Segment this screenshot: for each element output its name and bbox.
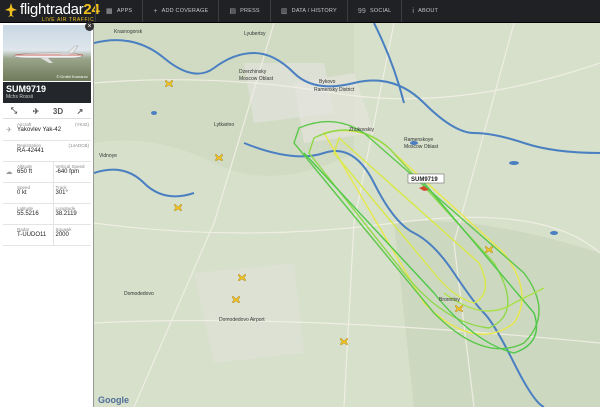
close-panel-button[interactable]: × — [85, 22, 94, 31]
map-label-domodedovo-airport: Domodedovo Airport — [219, 317, 265, 323]
registration-row: Registration RA-42441 (14ADCB) — [3, 141, 91, 162]
map-label-bykovo: Bykovo — [319, 79, 336, 85]
map-label-ramensky-district: Ramensky District — [314, 87, 355, 93]
nav-data-history[interactable]: ▥ DATA / HISTORY — [269, 0, 347, 22]
3d-view-button[interactable]: 3D — [47, 104, 69, 118]
top-navigation-bar: flightradar24 LIVE AIR TRAFFIC ▦ APPS + AD… — [0, 0, 600, 23]
nav-apps[interactable]: ▦ APPS — [95, 0, 142, 22]
altitude-row: ☁ Altitude 650 ft Vertical Speed -640 fp… — [3, 162, 91, 183]
latitude-value: 55.5216 — [17, 211, 39, 217]
share-icon[interactable]: ↗ — [69, 104, 91, 118]
map-label-lytkarino: Lytkarino — [214, 122, 234, 128]
aircraft-row: ✈ Aircraft Yakovlev Yak-42 (YK42) — [3, 120, 91, 141]
aircraft-type: Yakovlev Yak-42 — [17, 127, 62, 133]
speed-row: Speed 0 kt Track 301° — [3, 183, 91, 204]
logo-plane-icon — [5, 3, 17, 17]
altitude-value: 650 ft — [17, 169, 33, 175]
map-label-zhukovskiy: Zhukovskiy — [349, 127, 375, 133]
position-row: Latitude 55.5216 Longitude 38.2119 — [3, 204, 91, 225]
speed-value: 0 kt — [17, 190, 27, 196]
map-label-vidnoye: Vidnoye — [99, 153, 117, 159]
plane-icon: ✈ — [6, 127, 12, 134]
radar-value: T-UUDO11 — [17, 232, 47, 238]
flight-info-panel: © Dmitri Komarov × SUM9719 Mchs Rossii ⤡… — [0, 22, 94, 407]
quote-icon: 99 — [357, 7, 367, 15]
nav-add-coverage[interactable]: + ADD COVERAGE — [142, 0, 218, 22]
tag-icon — [3, 141, 15, 161]
apps-icon: ▦ — [106, 8, 113, 15]
map-label-moscow-oblast-2: Moscow Oblast — [404, 144, 439, 150]
flight-operator: Mchs Rossii — [6, 94, 33, 100]
photo-credit: © Dmitri Komarov — [56, 74, 88, 79]
aircraft-code: (YK42) — [74, 122, 89, 127]
flight-tools: ⤡ ✈ 3D ↗ — [3, 104, 91, 119]
nav-social[interactable]: 99 SOCIAL — [346, 0, 402, 22]
flight-header: SUM9719 Mchs Rossii — [3, 82, 91, 103]
nav-about[interactable]: i ABOUT — [401, 0, 448, 22]
flight-details: ✈ Aircraft Yakovlev Yak-42 (YK42) Regist… — [3, 120, 91, 246]
speed-icon — [3, 183, 15, 203]
flight-callsign: SUM9719 — [6, 84, 47, 94]
flightradar24-logo[interactable]: flightradar24 LIVE AIR TRAFFIC — [4, 1, 100, 23]
map-label-lyubertsy: Lyubertsy — [244, 31, 266, 37]
radar-icon — [3, 225, 15, 245]
center-plane-icon[interactable]: ✈ — [25, 104, 47, 118]
flight-label: SUM9719 — [411, 177, 438, 183]
altitude-icon: ☁ — [5, 169, 13, 176]
radar-row: Radar T-UUDO11 Squawk 2000 — [3, 225, 91, 246]
map-label-krasnogorsk: Krasnogorsk — [114, 29, 143, 35]
map-view[interactable]: SUM9719 Lyubertsy Krasnogorsk Dzerzhinsk… — [94, 23, 600, 407]
plus-icon: + — [153, 7, 158, 15]
main-nav: ▦ APPS + ADD COVERAGE ▤ PRESS ▥ DATA / HISTO… — [95, 0, 448, 22]
history-icon: ▥ — [280, 8, 288, 15]
info-icon: i — [412, 7, 415, 15]
aircraft-image — [12, 45, 84, 63]
press-icon: ▤ — [229, 8, 237, 15]
track-value: 301° — [55, 190, 68, 196]
map-label-domodedovo: Domodedovo — [124, 291, 154, 297]
aircraft-photo[interactable]: © Dmitri Komarov — [3, 25, 91, 81]
google-logo: Google — [98, 395, 129, 405]
registration: RA-42441 — [17, 148, 45, 154]
logo-text: flightradar24 — [20, 1, 100, 18]
vertical-speed-value: -640 fpm — [55, 169, 80, 175]
map-label-moscow-oblast-1: Moscow Oblast — [239, 76, 274, 82]
location-icon — [3, 204, 15, 224]
registration-hex: (14ADCB) — [68, 143, 89, 148]
squawk-value: 2000 — [55, 232, 69, 238]
map-label-bronnitsy: Bronnitsy — [439, 297, 460, 303]
route-icon[interactable]: ⤡ — [3, 104, 25, 118]
map-label-ramenskoye: Ramenskoye — [404, 137, 433, 143]
map-label-dzerzhinsky: Dzerzhinsky — [239, 69, 267, 75]
map-canvas: SUM9719 Lyubertsy Krasnogorsk Dzerzhinsk… — [94, 23, 600, 407]
longitude-value: 38.2119 — [55, 211, 77, 217]
nav-press[interactable]: ▤ PRESS — [218, 0, 269, 22]
